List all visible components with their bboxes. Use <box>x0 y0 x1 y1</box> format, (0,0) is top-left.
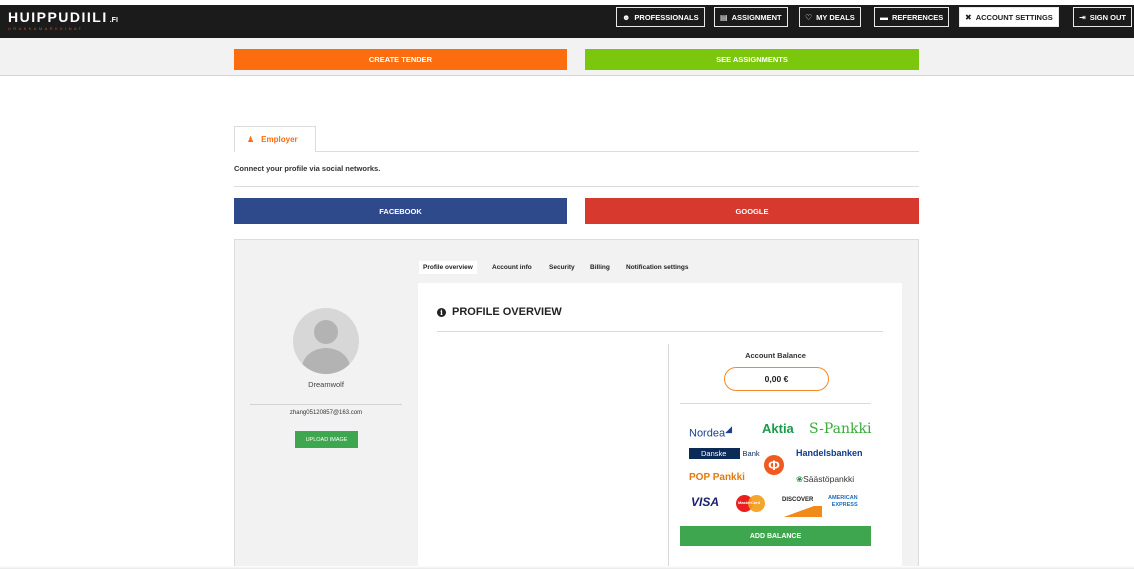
avatar-head <box>314 320 338 344</box>
tab-employer[interactable]: ♟ Employer <box>234 126 316 152</box>
user-email: zhang05120857@163.com <box>289 410 363 416</box>
nav-label: ACCOUNT SETTINGS <box>975 12 1053 22</box>
logo-suffix: .FI <box>109 17 118 24</box>
divider <box>668 344 669 569</box>
mastercard-logo: MasterCard <box>736 495 766 512</box>
users-icon: ☻ <box>622 12 631 22</box>
google-button[interactable]: GOOGLE <box>585 198 919 224</box>
add-balance-button[interactable]: ADD BALANCE <box>680 526 871 546</box>
nav-sign-out[interactable]: ⇥ SIGN OUT <box>1073 7 1132 27</box>
discover-logo: DISCOVER <box>782 496 822 518</box>
document-icon: ▤ <box>720 12 728 22</box>
tab-security[interactable]: Security <box>549 261 575 274</box>
nav-assignment[interactable]: ▤ ASSIGNMENT <box>714 7 788 27</box>
username: Dreamwolf <box>308 380 344 389</box>
nav-label: REFERENCES <box>892 12 944 22</box>
danske-bank-logo: Danske Bank <box>689 448 760 459</box>
op-logo: Φ <box>764 455 784 475</box>
visa-logo: VISA <box>691 495 720 509</box>
account-balance-value: 0,00 € <box>724 367 829 391</box>
nav-professionals[interactable]: ☻ PROFESSIONALS <box>616 7 705 27</box>
logo-text: HUIPPUDIILI <box>8 9 108 25</box>
avatar <box>293 308 359 374</box>
page-title-text: PROFILE OVERVIEW <box>452 306 562 318</box>
divider <box>437 331 883 332</box>
tab-notification-settings[interactable]: Notification settings <box>626 261 688 274</box>
nav-label: PROFESSIONALS <box>634 12 699 22</box>
sign-out-icon: ⇥ <box>1079 12 1086 22</box>
nav-references[interactable]: ▬ REFERENCES <box>874 7 950 27</box>
aktia-logo: Aktia <box>762 421 794 436</box>
logo-tagline: URAKKAMARKKINAT <box>8 26 84 31</box>
see-assignments-button[interactable]: SEE ASSIGNMENTS <box>585 49 919 70</box>
account-balance-label: Account Balance <box>745 351 806 360</box>
user-icon: ♟ <box>247 135 255 144</box>
tab-profile-overview[interactable]: Profile overview <box>419 261 477 274</box>
nav-my-deals[interactable]: ♡ MY DEALS <box>799 7 861 27</box>
pop-pankki-logo: POP Pankki <box>689 472 745 483</box>
s-pankki-logo: S-Pankki <box>809 421 872 437</box>
saastopankki-logo: ❀Säästöpankki <box>796 474 855 484</box>
tab-label: Employer <box>261 135 298 144</box>
divider <box>316 151 919 152</box>
action-bar <box>0 38 1134 76</box>
site-logo[interactable]: HUIPPUDIILI .FI <box>8 9 118 25</box>
nav-label: MY DEALS <box>816 12 855 22</box>
nav-label: ASSIGNMENT <box>731 12 782 22</box>
connect-social-text: Connect your profile via social networks… <box>234 164 381 173</box>
handelsbanken-logo: Handelsbanken <box>796 448 863 458</box>
avatar-body <box>302 348 350 374</box>
tools-icon: ✖ <box>965 12 972 22</box>
handshake-icon: ♡ <box>805 12 813 22</box>
american-express-logo: AMERICAN EXPRESS <box>828 495 858 508</box>
upload-image-button[interactable]: UPLOAD IMAGE <box>295 431 358 448</box>
nav-account-settings[interactable]: ✖ ACCOUNT SETTINGS <box>959 7 1059 27</box>
create-tender-button[interactable]: CREATE TENDER <box>234 49 567 70</box>
info-icon: i <box>437 307 446 317</box>
divider <box>234 186 919 187</box>
folder-icon: ▬ <box>880 12 888 22</box>
divider <box>250 404 402 405</box>
payment-logos: Nordea◢ Aktia S-Pankki Danske Bank Φ Han… <box>680 410 871 522</box>
tab-account-info[interactable]: Account info <box>492 261 532 274</box>
nav-label: SIGN OUT <box>1089 12 1126 22</box>
divider <box>680 403 871 404</box>
tab-billing[interactable]: Billing <box>590 261 610 274</box>
nordea-logo: Nordea◢ <box>689 424 732 440</box>
facebook-button[interactable]: FACEBOOK <box>234 198 567 224</box>
page-title: i PROFILE OVERVIEW <box>437 306 562 318</box>
